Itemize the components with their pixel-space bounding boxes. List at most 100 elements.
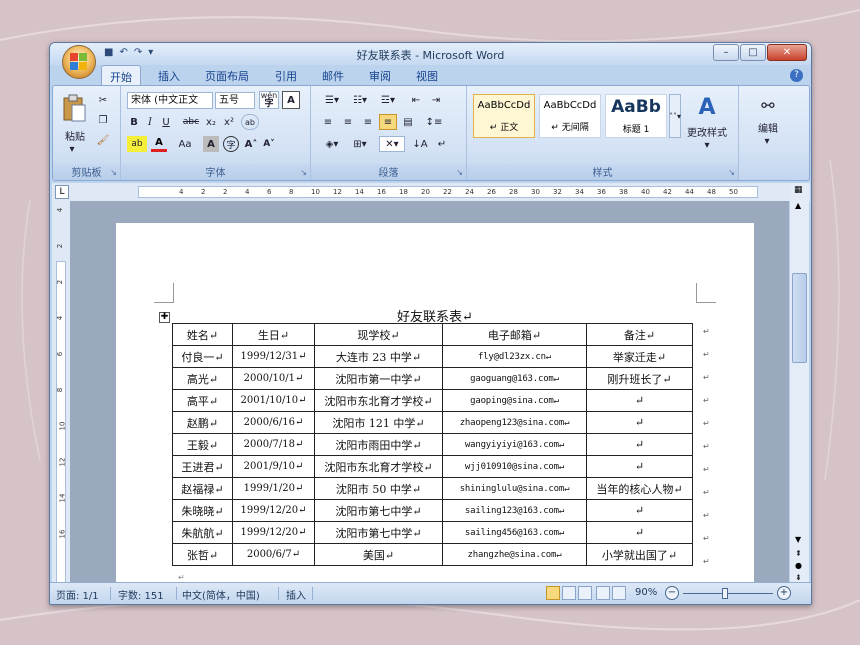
header-cell[interactable]: 电子邮箱↵ — [442, 323, 587, 346]
change-case-icon[interactable]: Aa — [175, 136, 195, 152]
school-cell[interactable]: 沈阳市东北育才学校↵ — [314, 455, 443, 478]
tab-insert[interactable]: 插入 — [158, 68, 180, 84]
bold-icon[interactable]: B — [127, 114, 141, 130]
dialog-launcher-icon[interactable]: ↘ — [110, 168, 117, 177]
name-cell[interactable]: 王毅↵ — [172, 433, 233, 456]
chevron-down-icon[interactable]: ▾ — [701, 140, 713, 151]
school-cell[interactable]: 沈阳市雨田中学↵ — [314, 433, 443, 456]
scroll-down-icon[interactable]: ▼ — [795, 535, 801, 544]
subscript-icon[interactable]: x₂ — [203, 114, 219, 130]
birthday-cell[interactable]: 2000/6/16↵ — [232, 411, 315, 434]
school-cell[interactable]: 沈阳市 121 中学↵ — [314, 411, 443, 434]
binoculars-icon[interactable]: ⚯ — [751, 92, 785, 118]
outline-view-icon[interactable] — [596, 586, 610, 600]
note-cell[interactable]: 刚升班长了↵ — [586, 367, 693, 390]
decrease-indent-icon[interactable]: ⇤ — [407, 92, 425, 108]
show-marks-icon[interactable]: ↵ — [433, 136, 451, 152]
numbering-icon[interactable]: ☷▾ — [347, 92, 373, 108]
zoom-out-icon[interactable]: − — [665, 586, 679, 600]
name-cell[interactable]: 赵福禄↵ — [172, 477, 233, 500]
note-cell[interactable]: ↵ — [586, 411, 693, 434]
ruler-toggle-icon[interactable]: ▦ — [794, 185, 803, 195]
distributed-icon[interactable]: ▤ — [399, 114, 417, 130]
name-cell[interactable]: 朱晓晓↵ — [172, 499, 233, 522]
school-cell[interactable]: 沈阳市东北育才学校↵ — [314, 389, 443, 412]
style-no-spacing[interactable]: AaBbCcDd ↵ 无间隔 — [539, 94, 601, 138]
name-cell[interactable]: 高光↵ — [172, 367, 233, 390]
chinese-layout-icon[interactable]: ✕▾ — [379, 136, 405, 152]
birthday-cell[interactable]: 2000/7/18↵ — [232, 433, 315, 456]
zoom-level[interactable]: 90% — [635, 587, 657, 598]
shading-icon[interactable]: ◈▾ — [319, 136, 345, 152]
borders-icon[interactable]: ⊞▾ — [347, 136, 373, 152]
email-cell[interactable]: gaoping@sina.com↵ — [442, 389, 587, 412]
browse-object-icon[interactable]: ● — [795, 561, 802, 570]
align-center-icon[interactable]: ≡ — [339, 114, 357, 130]
draft-view-icon[interactable] — [612, 586, 626, 600]
name-cell[interactable]: 付良一↵ — [172, 345, 233, 368]
zoom-slider-track[interactable] — [683, 593, 773, 594]
align-left-icon[interactable]: ≡ — [319, 114, 337, 130]
web-layout-icon[interactable] — [578, 586, 592, 600]
tab-review[interactable]: 审阅 — [369, 68, 391, 84]
header-cell[interactable]: 现学校↵ — [314, 323, 443, 346]
note-cell[interactable]: ↵ — [586, 499, 693, 522]
note-cell[interactable]: ↵ — [586, 455, 693, 478]
dialog-launcher-icon[interactable]: ↘ — [300, 168, 307, 177]
italic-icon[interactable]: I — [143, 114, 157, 130]
tab-references[interactable]: 引用 — [275, 68, 297, 84]
office-button[interactable] — [62, 45, 96, 79]
previous-page-icon[interactable]: ⇞ — [795, 549, 802, 558]
dialog-launcher-icon[interactable]: ↘ — [456, 168, 463, 177]
line-spacing-icon[interactable]: ↕≡ — [421, 114, 447, 130]
justify-icon[interactable]: ≡ — [379, 114, 397, 130]
tab-home[interactable]: 开始 — [101, 65, 141, 86]
name-cell[interactable]: 赵鹏↵ — [172, 411, 233, 434]
increase-indent-icon[interactable]: ⇥ — [427, 92, 445, 108]
birthday-cell[interactable]: 2001/10/10↵ — [232, 389, 315, 412]
birthday-cell[interactable]: 1999/12/20↵ — [232, 521, 315, 544]
scroll-up-icon[interactable]: ▲ — [795, 201, 801, 210]
document-page[interactable]: 好友联系表↵ ✚ 姓名↵ 生日↵ 现学校↵ 电子邮箱↵ 备注↵ 付良一↵ 1999… — [116, 223, 754, 583]
email-cell[interactable]: fly@dl23zx.cn↵ — [442, 345, 587, 368]
email-cell[interactable]: zhaopeng123@sina.com↵ — [442, 411, 587, 434]
tab-view[interactable]: 视图 — [416, 68, 438, 84]
school-cell[interactable]: 沈阳市第七中学↵ — [314, 521, 443, 544]
align-right-icon[interactable]: ≡ — [359, 114, 377, 130]
full-screen-reading-icon[interactable] — [562, 586, 576, 600]
tab-mailings[interactable]: 邮件 — [322, 68, 344, 84]
birthday-cell[interactable]: 1999/12/31↵ — [232, 345, 315, 368]
note-cell[interactable]: ↵ — [586, 521, 693, 544]
help-icon[interactable]: ? — [790, 69, 803, 82]
name-cell[interactable]: 王进君↵ — [172, 455, 233, 478]
font-size-combo[interactable]: 五号 — [215, 92, 255, 109]
email-cell[interactable]: sailing456@163.com↵ — [442, 521, 587, 544]
language-indicator[interactable]: 中文(简体，中国) — [182, 587, 260, 602]
styles-scroll-control[interactable]: ˄˅▾ — [669, 94, 681, 138]
sort-icon[interactable]: ↓A — [411, 136, 429, 152]
horizontal-ruler[interactable]: L 4 2 2 4 6 8 10 12 14 16 18 20 22 24 26 28 30 32 34 36 38 40… — [52, 183, 810, 201]
header-cell[interactable]: 备注↵ — [586, 323, 693, 346]
phonetic-guide-button[interactable]: wén 字 — [259, 91, 279, 109]
email-cell[interactable]: sailing123@163.com↵ — [442, 499, 587, 522]
email-cell[interactable]: gaoguang@163.com↵ — [442, 367, 587, 390]
multilevel-list-icon[interactable]: ☲▾ — [375, 92, 401, 108]
editing-button-label[interactable]: 编辑 — [747, 120, 789, 135]
note-cell[interactable]: 小学就出国了↵ — [586, 543, 693, 566]
tab-page-layout[interactable]: 页面布局 — [205, 68, 249, 84]
enclose-characters-icon[interactable]: 字 — [223, 136, 239, 152]
chevron-down-icon[interactable]: ▾ — [65, 144, 79, 155]
style-heading-1[interactable]: AaBb 标题 1 — [605, 94, 667, 138]
vertical-ruler[interactable]: 4 2 2 4 6 8 10 12 14 16 — [52, 201, 70, 583]
clear-formatting-icon[interactable]: ab — [241, 114, 259, 130]
note-cell[interactable]: 举家迁走↵ — [586, 345, 693, 368]
school-cell[interactable]: 大连市 23 中学↵ — [314, 345, 443, 368]
friends-table[interactable]: 姓名↵ 生日↵ 现学校↵ 电子邮箱↵ 备注↵ 付良一↵ 1999/12/31↵ 大连… — [172, 323, 693, 566]
birthday-cell[interactable]: 1999/1/20↵ — [232, 477, 315, 500]
paste-button-label[interactable]: 粘贴 — [57, 128, 93, 143]
header-cell[interactable]: 生日↵ — [232, 323, 315, 346]
birthday-cell[interactable]: 1999/12/20↵ — [232, 499, 315, 522]
name-cell[interactable]: 高平↵ — [172, 389, 233, 412]
strikethrough-icon[interactable]: abc — [181, 114, 201, 130]
school-cell[interactable]: 美国↵ — [314, 543, 443, 566]
